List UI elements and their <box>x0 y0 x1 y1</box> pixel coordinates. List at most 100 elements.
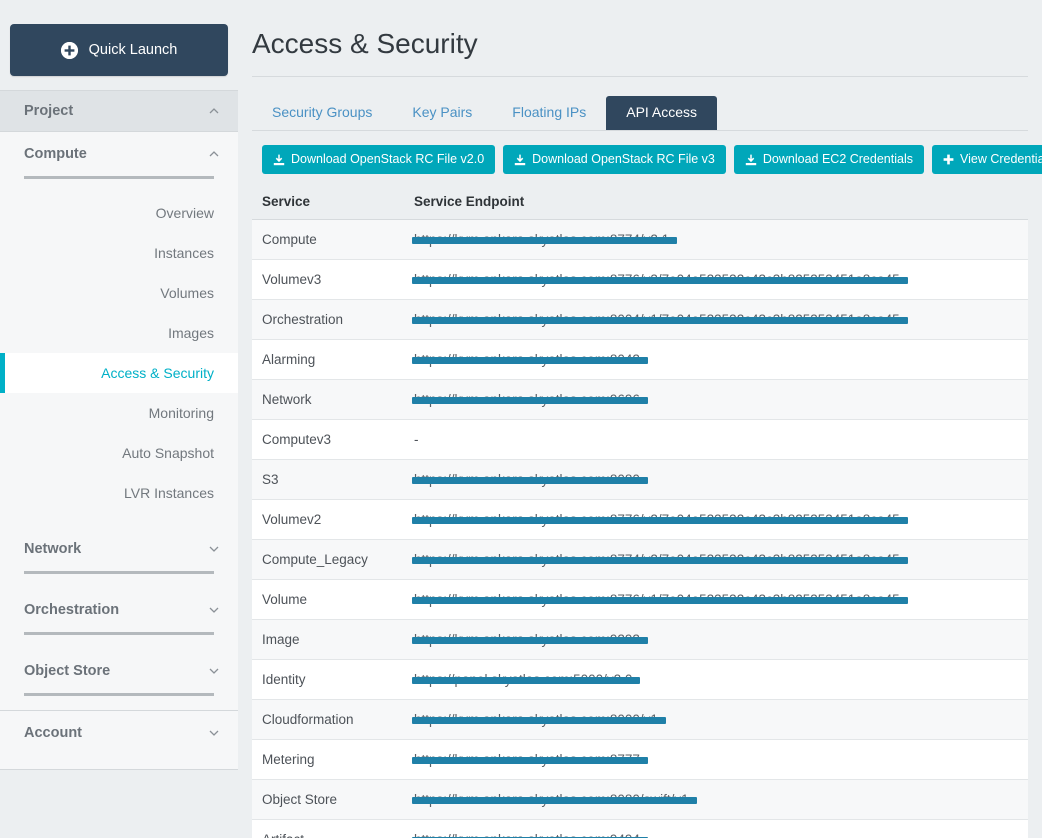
redacted-endpoint: https://kvm.ankara.skyatlas.com:8080/swi… <box>412 793 697 807</box>
button-label: Download OpenStack RC File v2.0 <box>291 152 485 167</box>
spacer <box>0 696 238 710</box>
chevron-up-icon <box>208 148 220 160</box>
table-row: Object Store https://kvm.ankara.skyatlas.… <box>252 779 1028 820</box>
cell-service-endpoint: https://panel.skyatlas.com:5000/v2.0 <box>404 659 1028 700</box>
tab-security-groups[interactable]: Security Groups <box>252 96 392 130</box>
redaction-bar <box>412 756 648 764</box>
page-title: Access & Security <box>252 28 478 59</box>
tab-label: Key Pairs <box>412 104 473 120</box>
table-row: Alarming https://kvm.ankara.skyatlas.com:… <box>252 339 1028 380</box>
plus-icon <box>943 154 954 165</box>
sidebar-item-label: Monitoring <box>148 405 214 421</box>
table-row: Metering https://kvm.ankara.skyatlas.com:… <box>252 739 1028 780</box>
tab-key-pairs[interactable]: Key Pairs <box>392 96 492 130</box>
table-row: Volume https://kvm.ankara.skyatlas.com:87… <box>252 579 1028 620</box>
sidebar-group-object-store-label: Object Store <box>24 663 111 679</box>
redaction-bar <box>412 796 697 804</box>
sidebar-item-images[interactable]: Images <box>0 313 238 353</box>
cell-service-endpoint: https://kvm.ankara.skyatlas.com:8042 <box>404 339 1028 380</box>
tab-floating-ips[interactable]: Floating IPs <box>492 96 606 130</box>
sidebar-item-monitoring[interactable]: Monitoring <box>0 393 238 433</box>
tab-label: Security Groups <box>272 104 373 120</box>
sidebar-group-compute-header[interactable]: Compute <box>0 132 238 176</box>
cell-service: Cloudformation <box>252 699 404 740</box>
cell-service-endpoint: https://kvm.ankara.skyatlas.com:8004/v1/… <box>404 299 1028 340</box>
table-row: Network https://kvm.ankara.skyatlas.com:9… <box>252 379 1028 420</box>
spacer <box>0 635 238 649</box>
button-label: View Credentials <box>959 152 1042 167</box>
app-root: Quick Launch Project Compute Overview In… <box>0 0 1042 838</box>
redaction-bar <box>412 236 677 244</box>
sidebar-group-object-store-header[interactable]: Object Store <box>0 649 238 693</box>
plus-circle-icon <box>60 41 78 59</box>
redaction-bar <box>412 716 666 724</box>
sidebar-group-network-label: Network <box>24 541 82 557</box>
sidebar-item-volumes[interactable]: Volumes <box>0 273 238 313</box>
table-row: Orchestration https://kvm.ankara.skyatlas… <box>252 299 1028 340</box>
table-body: Compute https://kvm.ankara.skyatlas.com:8… <box>252 219 1028 838</box>
sidebar-group-account: Account <box>0 711 238 770</box>
cell-service-endpoint: https://kvm.ankara.skyatlas.com:8774/v2.… <box>404 219 1028 260</box>
sidebar-item-lvr-instances[interactable]: LVR Instances <box>0 473 238 513</box>
cell-service: Computev3 <box>252 419 404 460</box>
sidebar-item-auto-snapshot[interactable]: Auto Snapshot <box>0 433 238 473</box>
sidebar-nav: Project Compute Overview Instances Volum… <box>0 90 238 770</box>
action-button-row: Download OpenStack RC File v2.0 Download… <box>252 131 1042 186</box>
cell-service: S3 <box>252 459 404 500</box>
sidebar-group-orchestration-header[interactable]: Orchestration <box>0 588 238 632</box>
redaction-bar <box>412 676 640 684</box>
cell-service-endpoint: https://kvm.ankara.skyatlas.com:8776/v2/… <box>404 499 1028 540</box>
cell-service-endpoint: https://kvm.ankara.skyatlas.com:9292 <box>404 619 1028 660</box>
download-openstack-rc-v3-button[interactable]: Download OpenStack RC File v3 <box>503 145 726 174</box>
redaction-bar <box>412 356 648 364</box>
sidebar-group-orchestration-label: Orchestration <box>24 602 120 618</box>
cell-service: Volumev2 <box>252 499 404 540</box>
sidebar-item-instances[interactable]: Instances <box>0 233 238 273</box>
cell-service-endpoint: - <box>404 419 1028 460</box>
redacted-endpoint: https://kvm.ankara.skyatlas.com:8776/v2/… <box>412 513 908 527</box>
chevron-up-icon <box>208 105 220 117</box>
sidebar: Quick Launch Project Compute Overview In… <box>0 0 238 838</box>
cell-service: Volumev3 <box>252 259 404 300</box>
redacted-endpoint: https://kvm.ankara.skyatlas.com:8774/v2.… <box>412 233 677 247</box>
redaction-bar <box>412 316 908 324</box>
view-credentials-button[interactable]: View Credentials <box>931 145 1042 174</box>
divider <box>0 769 238 770</box>
table-row: Compute https://kvm.ankara.skyatlas.com:8… <box>252 219 1028 260</box>
table-row: Volumev2 https://kvm.ankara.skyatlas.com:… <box>252 499 1028 540</box>
sidebar-item-access-and-security[interactable]: Access & Security <box>0 353 238 393</box>
sidebar-group-object-store: Object Store <box>0 649 238 710</box>
cell-service-endpoint: https://kvm.ankara.skyatlas.com:9494 <box>404 819 1028 838</box>
sidebar-group-account-header[interactable]: Account <box>0 711 238 755</box>
table-row: S3 https://kvm.ankara.skyatlas.com:8080 <box>252 459 1028 500</box>
cell-service: Alarming <box>252 339 404 380</box>
sidebar-group-network-header[interactable]: Network <box>0 527 238 571</box>
tab-api-access[interactable]: API Access <box>606 96 718 131</box>
tab-label: API Access <box>626 104 698 120</box>
sidebar-section-project[interactable]: Project <box>0 90 238 132</box>
quick-launch-label: Quick Launch <box>88 42 178 58</box>
redacted-endpoint: https://kvm.ankara.skyatlas.com:8777 <box>412 753 648 767</box>
redacted-endpoint: https://kvm.ankara.skyatlas.com:8776/v3/… <box>412 273 908 287</box>
cell-service: Object Store <box>252 779 404 820</box>
quick-launch-button[interactable]: Quick Launch <box>10 24 228 76</box>
redacted-endpoint: https://kvm.ankara.skyatlas.com:9696 <box>412 393 648 407</box>
cell-service-endpoint: https://kvm.ankara.skyatlas.com:8776/v1/… <box>404 579 1028 620</box>
sidebar-item-label: Volumes <box>160 285 214 301</box>
redacted-endpoint: https://kvm.ankara.skyatlas.com:8000/v1 <box>412 713 666 727</box>
sidebar-group-compute: Compute Overview Instances Volumes Image… <box>0 132 238 527</box>
table-header-row: Service Service Endpoint <box>252 185 1028 220</box>
spacer <box>0 755 238 769</box>
cell-service-endpoint: https://kvm.ankara.skyatlas.com:9696 <box>404 379 1028 420</box>
spacer <box>0 574 238 588</box>
sidebar-item-label: Images <box>168 325 214 341</box>
download-ec2-credentials-button[interactable]: Download EC2 Credentials <box>733 145 924 174</box>
redaction-bar <box>412 636 648 644</box>
cell-service: Image <box>252 619 404 660</box>
sidebar-item-overview[interactable]: Overview <box>0 193 238 233</box>
download-openstack-rc-v2-button[interactable]: Download OpenStack RC File v2.0 <box>262 145 496 174</box>
spacer <box>0 179 238 193</box>
cell-service: Orchestration <box>252 299 404 340</box>
download-icon <box>745 154 757 166</box>
redacted-endpoint: https://kvm.ankara.skyatlas.com:8776/v1/… <box>412 593 908 607</box>
